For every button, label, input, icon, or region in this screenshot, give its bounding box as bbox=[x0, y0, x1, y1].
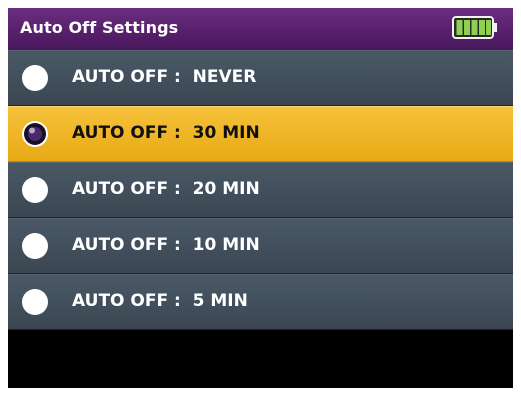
option-label: AUTO OFF : 20 MIN bbox=[72, 179, 260, 199]
radio-button-icon[interactable] bbox=[21, 288, 49, 316]
option-20-min[interactable]: AUTO OFF : 20 MIN bbox=[8, 162, 513, 218]
title-bar: Auto Off Settings bbox=[8, 8, 513, 50]
radio-button-selected-icon[interactable] bbox=[21, 120, 49, 148]
page-title: Auto Off Settings bbox=[20, 18, 179, 37]
option-label: AUTO OFF : 30 MIN bbox=[72, 123, 260, 143]
radio-button-icon[interactable] bbox=[21, 64, 49, 92]
option-30-min[interactable]: AUTO OFF : 30 MIN bbox=[8, 106, 513, 162]
option-10-min[interactable]: AUTO OFF : 10 MIN bbox=[8, 218, 513, 274]
device-screen: Auto Off Settings AUTO OFF : NEVER AUTO … bbox=[8, 8, 513, 388]
option-label: AUTO OFF : NEVER bbox=[72, 67, 257, 87]
option-label: AUTO OFF : 5 MIN bbox=[72, 291, 248, 311]
option-never[interactable]: AUTO OFF : NEVER bbox=[8, 50, 513, 106]
option-5-min[interactable]: AUTO OFF : 5 MIN bbox=[8, 274, 513, 330]
auto-off-options-list: AUTO OFF : NEVER AUTO OFF : 30 MIN AUTO … bbox=[8, 50, 513, 330]
battery-full-icon bbox=[452, 16, 497, 39]
radio-button-icon[interactable] bbox=[21, 232, 49, 260]
radio-button-icon[interactable] bbox=[21, 176, 49, 204]
option-label: AUTO OFF : 10 MIN bbox=[72, 235, 260, 255]
